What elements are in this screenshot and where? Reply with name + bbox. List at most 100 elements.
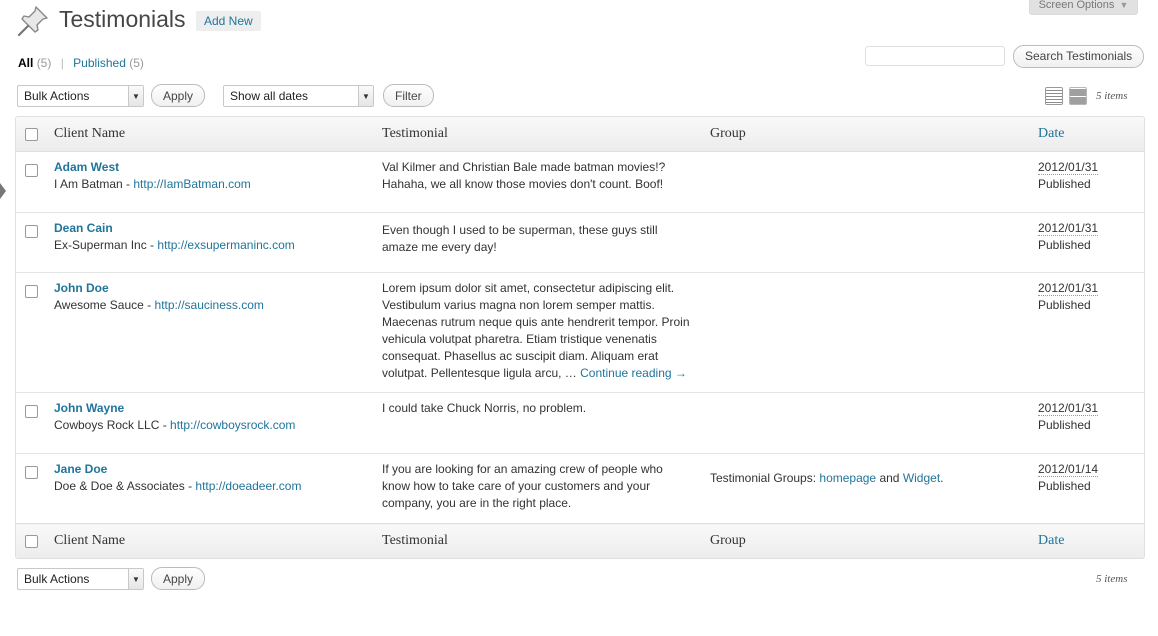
testimonials-table: Client Name Testimonial Group Date Adam … [15,116,1145,559]
column-testimonial: Testimonial [374,117,702,152]
client-cell: John Wayne Cowboys Rock LLC - http://cow… [46,392,374,454]
date-cell: 2012/01/31 Published [1030,212,1144,273]
testimonial-cell: Lorem ipsum dolor sit amet, consectetur … [374,272,702,393]
client-name-link[interactable]: Adam West [54,159,366,176]
client-url-link[interactable]: http://sauciness.com [155,298,264,312]
apply-button-top[interactable]: Apply [151,84,206,107]
search-input[interactable] [865,46,1005,66]
select-all-checkbox[interactable] [25,128,38,141]
column-group: Group [702,117,1030,152]
page-title: Testimonials [59,6,186,32]
testimonial-text: If you are looking for an amazing crew o… [374,453,702,524]
client-name-link[interactable]: John Doe [54,280,366,297]
table-row: Adam West I Am Batman - http://IamBatman… [16,151,1144,213]
row-checkbox[interactable] [25,466,38,479]
date-value: 2012/01/31 [1038,401,1099,416]
dropdown-arrow-icon: ▼ [128,569,143,589]
row-checkbox[interactable] [25,285,38,298]
group-cell [702,151,1030,213]
table-row: Jane Doe Doe & Doe & Associates - http:/… [16,453,1144,524]
filter-button[interactable]: Filter [383,84,434,107]
status-filters: All (5) | Published (5) [18,56,144,70]
client-name-link[interactable]: John Wayne [54,400,366,417]
client-url-link[interactable]: http://cowboysrock.com [170,418,295,432]
client-company: Cowboys Rock LLC [54,418,160,432]
table-header-row: Client Name Testimonial Group Date [16,117,1144,152]
group-cell [702,212,1030,273]
testimonial-text: I could take Chuck Norris, no problem. [374,392,702,454]
dates-select[interactable]: Show all dates ▼ [223,85,374,107]
client-url-link[interactable]: http://doeadeer.com [195,479,301,493]
bulk-actions-select-top[interactable]: Bulk Actions ▼ [17,85,144,107]
date-cell: 2012/01/31 Published [1030,272,1144,393]
client-company: Ex-Superman Inc [54,238,147,252]
client-company: Awesome Sauce [54,298,144,312]
footer-column-client-name: Client Name [46,523,374,558]
column-client-name: Client Name [46,117,374,152]
client-url-link[interactable]: http://exsupermaninc.com [157,238,294,252]
client-url-link[interactable]: http://IamBatman.com [133,177,250,191]
group-link-widget[interactable]: Widget [903,471,940,485]
select-all-cell [16,117,46,152]
filter-published-count: (5) [129,56,144,70]
items-count-bottom: 5 items [1096,573,1128,585]
client-name-link[interactable]: Jane Doe [54,461,366,478]
dropdown-arrow-icon: ▼ [128,86,143,106]
group-cell: Testimonial Groups: homepage and Widget. [702,453,1030,524]
excerpt-view-icon[interactable] [1069,87,1087,105]
dates-value: Show all dates [230,89,309,103]
client-cell: Jane Doe Doe & Doe & Associates - http:/… [46,453,374,524]
status-text: Published [1038,479,1091,493]
group-cell [702,392,1030,454]
add-new-button[interactable]: Add New [196,11,261,31]
pushpin-icon [17,6,48,37]
row-checkbox[interactable] [25,164,38,177]
filter-all[interactable]: All [18,56,33,70]
column-date-sort[interactable]: Date [1030,117,1144,152]
bulk-actions-value: Bulk Actions [24,572,90,586]
row-checkbox[interactable] [25,405,38,418]
client-cell: Adam West I Am Batman - http://IamBatman… [46,151,374,213]
date-cell: 2012/01/31 Published [1030,392,1144,454]
collapse-arrow-icon [0,183,6,199]
bulk-actions-select-bottom[interactable]: Bulk Actions ▼ [17,568,144,590]
client-cell: John Doe Awesome Sauce - http://saucines… [46,272,374,393]
screen-options-label: Screen Options [1038,0,1115,11]
filter-all-count: (5) [36,56,52,70]
table-row: Dean Cain Ex-Superman Inc - http://exsup… [16,212,1144,273]
continue-reading-link[interactable]: Continue reading → [580,366,687,380]
group-link-homepage[interactable]: homepage [819,471,876,485]
date-value: 2012/01/31 [1038,281,1099,296]
client-name-link[interactable]: Dean Cain [54,220,366,237]
list-view-icon[interactable] [1045,87,1063,105]
date-cell: 2012/01/14 Published [1030,453,1144,524]
screen-options-tab[interactable]: Screen Options ▼ [1029,0,1138,15]
group-cell [702,272,1030,393]
status-text: Published [1038,238,1091,252]
date-value: 2012/01/31 [1038,221,1099,236]
client-company: Doe & Doe & Associates [54,479,185,493]
bulk-actions-value: Bulk Actions [24,89,90,103]
chevron-down-icon: ▼ [1119,0,1129,10]
table-row: John Wayne Cowboys Rock LLC - http://cow… [16,392,1144,454]
table-footer-row: Client Name Testimonial Group Date [16,523,1144,558]
testimonial-text: Even though I used to be superman, these… [374,212,702,273]
client-company: I Am Batman [54,177,123,191]
select-all-checkbox-footer[interactable] [25,535,38,548]
testimonial-text: Val Kilmer and Christian Bale made batma… [374,151,702,213]
dropdown-arrow-icon: ▼ [358,86,373,106]
date-value: 2012/01/14 [1038,462,1099,477]
search-testimonials-button[interactable]: Search Testimonials [1013,45,1145,68]
footer-column-date-sort[interactable]: Date [1030,523,1144,558]
select-all-cell-footer [16,523,46,558]
items-count-top: 5 items [1096,90,1128,102]
filter-published[interactable]: Published [73,56,126,70]
status-text: Published [1038,298,1091,312]
date-value: 2012/01/31 [1038,160,1099,175]
apply-button-bottom[interactable]: Apply [151,567,206,590]
table-row: John Doe Awesome Sauce - http://saucines… [16,272,1144,393]
client-cell: Dean Cain Ex-Superman Inc - http://exsup… [46,212,374,273]
filter-separator: | [60,56,64,70]
row-checkbox[interactable] [25,225,38,238]
group-end: . [940,471,944,485]
